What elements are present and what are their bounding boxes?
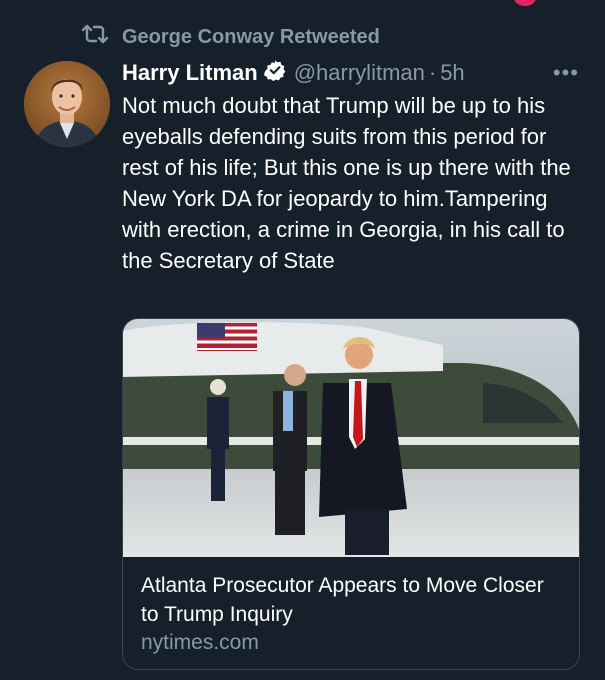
author-name[interactable]: Harry Litman	[122, 60, 258, 86]
separator: ·	[428, 60, 437, 85]
author-handle[interactable]: @harrylitman	[294, 60, 425, 86]
retweet-icon	[80, 22, 110, 52]
tweet-header: Harry Litman @harrylitman · 5h •••	[122, 58, 579, 88]
card-domain: nytimes.com	[141, 631, 259, 654]
notification-dot	[514, 0, 536, 6]
card-title[interactable]: Atlanta Prosecutor Appears to Move Close…	[141, 571, 561, 629]
link-card[interactable]: Atlanta Prosecutor Appears to Move Close…	[122, 318, 580, 670]
avatar[interactable]	[24, 61, 110, 147]
tweet-text: Not much doubt that Trump will be up to …	[122, 93, 571, 273]
card-image	[123, 319, 579, 557]
retweet-label: George Conway Retweeted	[122, 25, 380, 48]
verified-badge-icon	[258, 59, 294, 87]
more-options-icon[interactable]: •••	[553, 60, 579, 86]
tweet-time[interactable]: 5h	[440, 60, 464, 86]
retweet-indicator[interactable]: George Conway Retweeted	[80, 24, 380, 50]
